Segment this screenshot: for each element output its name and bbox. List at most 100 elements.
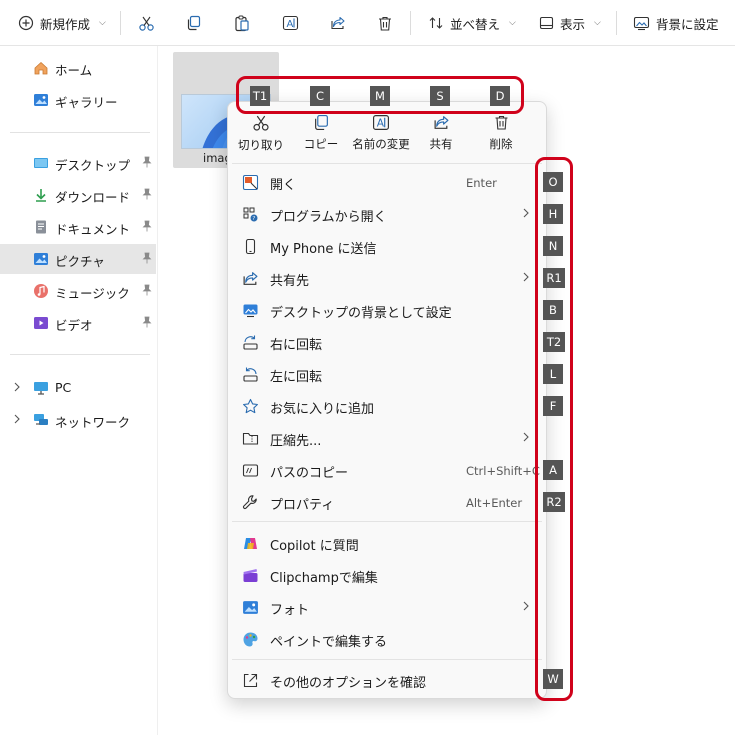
share-icon: [243, 272, 258, 285]
sidebar-item-network[interactable]: ネットワーク: [0, 405, 156, 435]
paste-button[interactable]: [234, 0, 250, 46]
share-icon: [434, 116, 448, 129]
sidebar-item-label: ホーム: [55, 63, 93, 78]
open-icon: [242, 174, 259, 191]
download-icon: [36, 189, 46, 202]
sidebar-item-label: ドキュメント: [55, 222, 131, 237]
network-icon: [34, 414, 48, 425]
menu-item-shortcut: Ctrl+Shift+C: [466, 464, 540, 478]
sort-button[interactable]: 並べ替え ⌵: [428, 0, 516, 46]
rotate-left-icon: [243, 367, 258, 382]
star-icon: [243, 398, 258, 414]
navigation-pane: ホーム ギャラリー デスクトップ ダウンロード ドキュメント ピクチャ ミュージ…: [0, 46, 158, 735]
menu-item-edit-paint[interactable]: ペイントで編集する: [232, 624, 542, 654]
menu-item-label: ペイントで編集する: [270, 635, 388, 650]
rename-icon: A: [373, 115, 389, 130]
menu-item-label: 圧縮先...: [270, 434, 322, 449]
menu-cut-button[interactable]: 切り取り: [230, 114, 292, 158]
new-button-label: 新規作成: [40, 16, 91, 32]
pin-icon[interactable]: [141, 188, 153, 200]
menu-item-set-desktop-background[interactable]: デスクトップの背景として設定: [232, 295, 542, 325]
menu-item-photos[interactable]: フォト: [232, 592, 542, 622]
paint-icon: [243, 632, 258, 647]
command-bar: 新規作成 ⌵ A 並べ替え ⌵ 表示 ⌵ 背景に設定: [0, 0, 735, 46]
menu-item-properties[interactable]: プロパティ Alt+Enter: [232, 487, 542, 517]
menu-delete-button[interactable]: 削除: [470, 114, 532, 158]
gallery-icon: [34, 94, 48, 106]
toolbar-divider: [410, 11, 411, 35]
sidebar-item-music[interactable]: ミュージック: [0, 276, 156, 306]
menu-delete-label: 削除: [489, 137, 513, 151]
sidebar-item-label: ミュージック: [55, 286, 130, 301]
menu-item-label: お気に入りに追加: [270, 402, 375, 417]
menu-item-open[interactable]: 開く Enter: [232, 167, 542, 197]
set-background-button[interactable]: 背景に設定: [633, 0, 719, 46]
chevron-right-icon: [523, 208, 529, 218]
delete-button[interactable]: [377, 0, 393, 46]
menu-divider: [232, 163, 542, 164]
sidebar-item-downloads[interactable]: ダウンロード: [0, 180, 156, 210]
sidebar-item-home[interactable]: ホーム: [0, 53, 156, 83]
rename-button[interactable]: A: [282, 0, 299, 46]
context-menu: 切り取り コピー A 名前の変更 共有 削除 開く Enter ? プログラムか…: [227, 101, 547, 699]
menu-item-rotate-right[interactable]: 右に回転: [232, 327, 542, 357]
menu-item-copy-path[interactable]: パスのコピー Ctrl+Shift+C: [232, 455, 542, 485]
menu-item-add-to-favorites[interactable]: お気に入りに追加: [232, 391, 542, 421]
pin-icon[interactable]: [141, 156, 153, 168]
sidebar-item-pictures[interactable]: ピクチャ: [0, 244, 156, 274]
menu-item-label: プロパティ: [270, 498, 335, 513]
sidebar-item-label: ピクチャ: [55, 254, 105, 269]
menu-item-label: My Phone に送信: [270, 242, 377, 257]
menu-copy-button[interactable]: コピー: [290, 114, 352, 158]
sidebar-item-documents[interactable]: ドキュメント: [0, 212, 156, 242]
menu-item-send-to-phone[interactable]: My Phone に送信: [232, 231, 542, 261]
pictures-icon: [34, 253, 48, 265]
wrench-icon: [242, 495, 257, 510]
scissors-icon: [139, 16, 154, 31]
menu-item-share-to[interactable]: 共有先: [232, 263, 542, 293]
set-background-label: 背景に設定: [656, 16, 719, 32]
menu-item-shortcut: Enter: [466, 176, 497, 190]
pin-icon[interactable]: [141, 284, 153, 296]
sidebar-item-pc[interactable]: PC: [0, 373, 156, 403]
menu-item-show-more-options[interactable]: その他のオプションを確認: [232, 665, 542, 695]
copy-icon: [187, 15, 201, 31]
view-button[interactable]: 表示 ⌵: [539, 0, 601, 46]
menu-rename-button[interactable]: A 名前の変更: [350, 114, 412, 158]
menu-item-label: 左に回転: [270, 370, 323, 385]
new-button[interactable]: 新規作成 ⌵: [18, 0, 106, 46]
menu-item-edit-clipchamp[interactable]: Clipchampで編集: [232, 560, 542, 590]
sidebar-item-label: ビデオ: [55, 318, 93, 333]
highlight-ring-menu-keys: [535, 157, 573, 701]
menu-share-button[interactable]: 共有: [410, 114, 472, 158]
menu-copy-label: コピー: [303, 137, 339, 151]
copy-button[interactable]: [186, 0, 202, 46]
sidebar-item-gallery[interactable]: ギャラリー: [0, 85, 156, 115]
menu-item-open-with[interactable]: ? プログラムから開く: [232, 199, 542, 229]
rename-icon: A: [282, 15, 299, 31]
video-icon: [34, 317, 48, 329]
svg-text:?: ?: [252, 216, 255, 222]
sidebar-item-label: ダウンロード: [55, 190, 131, 205]
cut-button[interactable]: [138, 0, 155, 46]
sidebar-item-videos[interactable]: ビデオ: [0, 308, 156, 338]
menu-item-rotate-left[interactable]: 左に回転: [232, 359, 542, 389]
pin-icon[interactable]: [141, 252, 153, 264]
menu-divider: [232, 659, 542, 660]
menu-item-label: プログラムから開く: [270, 210, 387, 225]
menu-item-compress-to[interactable]: 圧縮先...: [232, 423, 542, 453]
more-options-icon: [243, 673, 258, 688]
pin-icon[interactable]: [141, 316, 153, 328]
pin-icon[interactable]: [141, 220, 153, 232]
menu-share-label: 共有: [429, 137, 453, 151]
menu-item-label: Copilot に質問: [270, 539, 359, 554]
chevron-right-icon[interactable]: [12, 413, 22, 425]
menu-item-ask-copilot[interactable]: Copilot に質問: [232, 528, 542, 558]
clipchamp-icon: [243, 569, 258, 582]
svg-text:A: A: [377, 118, 385, 130]
sidebar-item-desktop[interactable]: デスクトップ: [0, 148, 156, 178]
share-button[interactable]: [330, 0, 346, 46]
chevron-right-icon[interactable]: [12, 381, 22, 393]
set-background-icon: [243, 304, 258, 318]
chevron-right-icon: [523, 601, 529, 611]
